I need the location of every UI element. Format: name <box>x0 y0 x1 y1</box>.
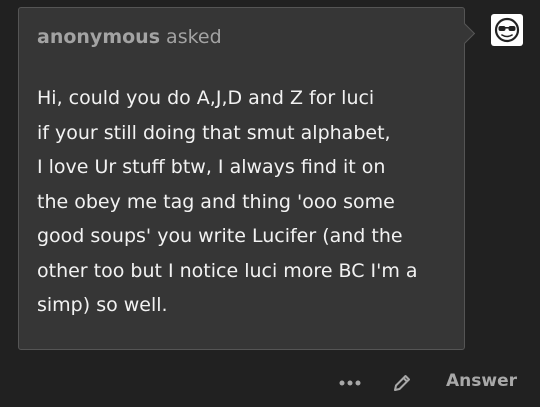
ask-pointer <box>453 22 476 45</box>
question-text: Hi, could you do A,J,D and Z for luci if… <box>37 81 457 323</box>
ask-card: anonymous asked Hi, could you do A,J,D a… <box>18 7 476 350</box>
question-line: I love Ur stuff btw, I always find it on <box>37 156 386 178</box>
sunglasses-face-icon <box>494 17 520 43</box>
question-line: Hi, could you do A,J,D and Z for luci <box>37 87 375 109</box>
answer-button[interactable]: Answer <box>446 371 517 391</box>
ellipsis-icon <box>339 380 361 386</box>
avatar[interactable] <box>491 14 523 46</box>
more-options-button[interactable] <box>336 368 364 398</box>
pencil-icon <box>394 375 410 391</box>
asker-line: anonymous asked <box>37 26 222 48</box>
asked-label: asked <box>166 26 222 48</box>
question-line: other too but I notice luci more BC I'm … <box>37 259 418 282</box>
post-actions: Answer <box>0 368 540 400</box>
edit-button[interactable] <box>389 368 415 398</box>
question-line: good soups' you write Lucifer (and the <box>37 225 403 247</box>
question-line: the obey me tag and thing 'ooo some <box>37 190 395 213</box>
question-line: simp) so well. <box>37 294 168 316</box>
asker-name: anonymous <box>37 26 160 48</box>
question-line: if your still doing that smut alphabet, <box>37 121 391 144</box>
